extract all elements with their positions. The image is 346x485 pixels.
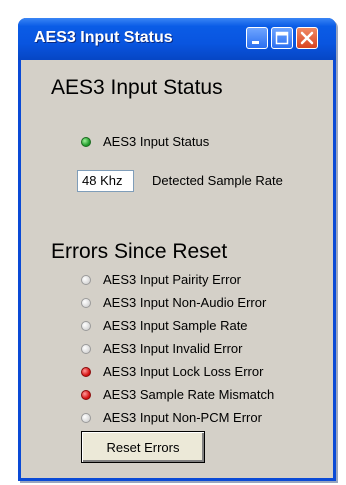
close-icon: [300, 31, 314, 45]
error-led-icon: [81, 320, 91, 331]
error-item-invalid: AES3 Input Invalid Error: [81, 337, 274, 360]
status-led-icon: [81, 136, 91, 147]
error-item-rate-mismatch: AES3 Sample Rate Mismatch: [81, 383, 274, 406]
error-label: AES3 Sample Rate Mismatch: [103, 387, 275, 402]
minimize-button[interactable]: [246, 27, 268, 49]
error-label: AES3 Input Sample Rate: [103, 318, 248, 333]
error-list: AES3 Input Pairity Error AES3 Input Non-…: [81, 268, 274, 429]
error-led-icon: [81, 366, 91, 377]
window-title: AES3 Input Status: [34, 29, 173, 46]
error-led-icon: [81, 343, 91, 354]
error-led-icon: [81, 412, 91, 423]
input-status-indicator: AES3 Input Status: [81, 134, 209, 149]
status-heading: AES3 Input Status: [51, 76, 223, 99]
input-status-label: AES3 Input Status: [103, 134, 210, 149]
error-item-sample-rate: AES3 Input Sample Rate: [81, 314, 274, 337]
error-label: AES3 Input Pairity Error: [103, 272, 241, 287]
error-label: AES3 Input Non-Audio Error: [103, 295, 267, 310]
reset-errors-button[interactable]: Reset Errors: [81, 431, 205, 463]
minimize-icon: [252, 41, 259, 44]
error-item-lock-loss: AES3 Input Lock Loss Error: [81, 360, 274, 383]
error-label: AES3 Input Non-PCM Error: [103, 410, 262, 425]
error-label: AES3 Input Invalid Error: [103, 341, 243, 356]
error-led-icon: [81, 297, 91, 308]
maximize-button[interactable]: [271, 27, 293, 49]
errors-heading: Errors Since Reset: [51, 240, 228, 263]
error-led-icon: [81, 274, 91, 285]
sample-rate-field[interactable]: 48 Khz: [77, 170, 134, 192]
error-item-non-audio: AES3 Input Non-Audio Error: [81, 291, 274, 314]
error-label: AES3 Input Lock Loss Error: [103, 364, 264, 379]
close-button[interactable]: [296, 27, 318, 49]
title-bar[interactable]: AES3 Input Status: [18, 18, 336, 60]
sample-rate-label: Detected Sample Rate: [152, 173, 283, 188]
error-led-icon: [81, 389, 91, 400]
error-item-non-pcm: AES3 Input Non-PCM Error: [81, 406, 274, 429]
status-window: AES3 Input Status AES3 Input Status AES3…: [18, 18, 336, 481]
error-item-pairity: AES3 Input Pairity Error: [81, 268, 274, 291]
maximize-icon: [275, 31, 289, 45]
